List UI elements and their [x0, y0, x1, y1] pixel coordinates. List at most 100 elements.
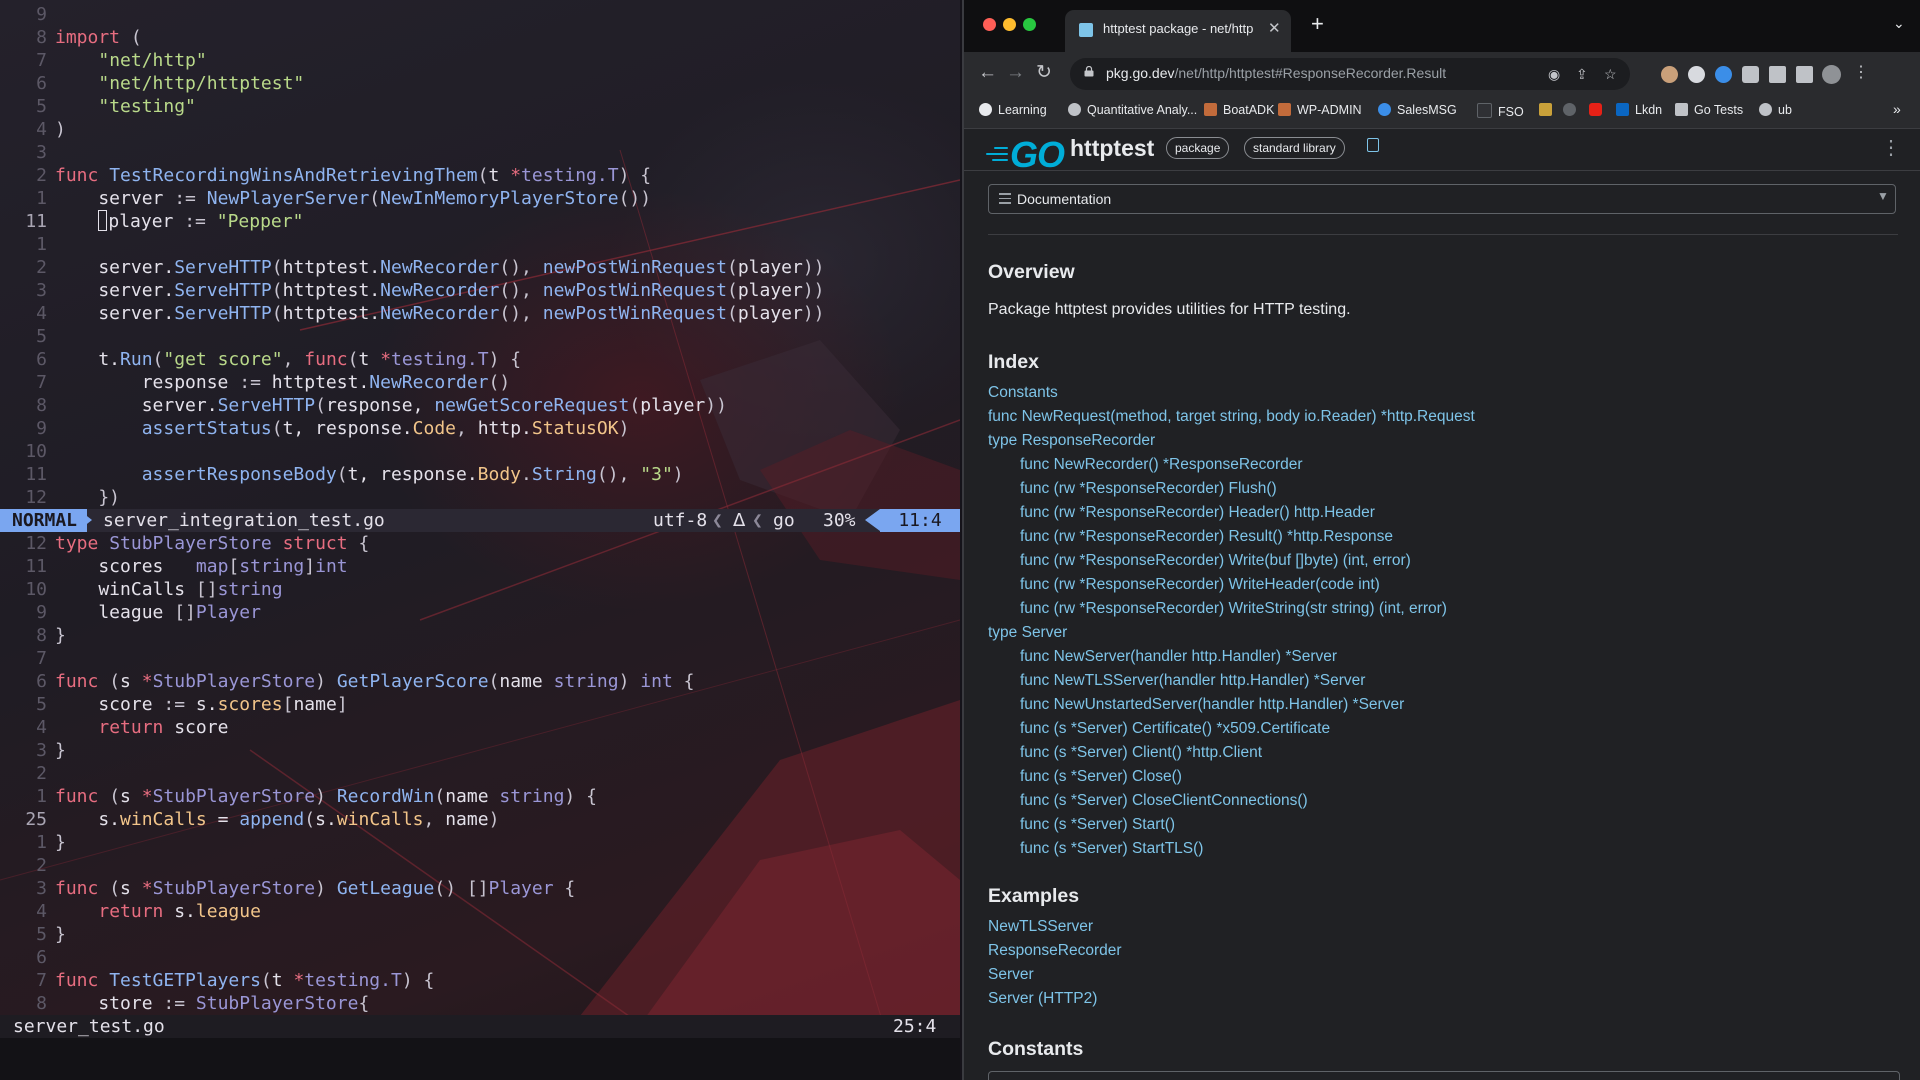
reload-icon[interactable]: ↻ [1036, 62, 1052, 84]
extension-compass-icon[interactable] [1715, 66, 1732, 83]
code-line[interactable]: 9 league []Player [0, 601, 960, 624]
index-link[interactable]: func NewRequest(method, target string, b… [988, 405, 1475, 429]
close-window-button[interactable] [983, 18, 996, 31]
bookmark-github[interactable] [1563, 103, 1582, 117]
index-link[interactable]: func (s *Server) CloseClientConnections(… [1020, 789, 1308, 813]
bookmark-go-tests[interactable]: Go Tests [1675, 103, 1743, 117]
new-tab-plus-icon[interactable]: + [1311, 13, 1324, 35]
google-lens-icon[interactable]: ◉ [1548, 66, 1560, 83]
code-line[interactable]: 7 response := httptest.NewRecorder() [0, 371, 960, 394]
index-link[interactable]: func NewTLSServer(handler http.Handler) … [1020, 669, 1365, 693]
example-link[interactable]: Server (HTTP2) [988, 987, 1097, 1011]
index-link[interactable]: func (s *Server) StartTLS() [1020, 837, 1203, 861]
code-line[interactable]: 4 return s.league [0, 900, 960, 923]
bookmark-lkdn[interactable]: Lkdn [1616, 103, 1662, 117]
tab-httptest[interactable]: httptest package - net/http/httptest ✕ [1065, 10, 1291, 52]
bookmark-salesmsg[interactable]: SalesMSG [1378, 103, 1457, 117]
bookmark-fso[interactable]: FSO [1477, 103, 1524, 119]
extension-avatar-icon[interactable] [1661, 66, 1678, 83]
code-line[interactable]: 3} [0, 739, 960, 762]
code-line[interactable]: 8 import ( [0, 26, 960, 49]
address-bar[interactable]: pkg.go.dev/net/http/httptest#ResponseRec… [1070, 58, 1630, 90]
code-line[interactable]: 6 "net/http/httptest" [0, 72, 960, 95]
code-line[interactable]: 3 [0, 141, 960, 164]
more-options-icon[interactable]: ⋮ [1881, 135, 1901, 160]
editor-bottom-pane[interactable]: 12 type StubPlayerStore struct {11 scores… [0, 532, 960, 1015]
code-line[interactable]: 6 func (s *StubPlayerStore) GetPlayerScor… [0, 670, 960, 693]
example-link[interactable]: ResponseRecorder [988, 939, 1122, 963]
bookmark-ub[interactable]: ub [1759, 103, 1792, 117]
code-line[interactable]: 4) [0, 118, 960, 141]
code-line[interactable]: 6 [0, 946, 960, 969]
index-link[interactable]: func (rw *ResponseRecorder) Result() *ht… [1020, 525, 1393, 549]
code-line[interactable]: 11 player := "Pepper" [0, 210, 960, 233]
code-line[interactable]: 7 [0, 647, 960, 670]
code-line[interactable]: 1} [0, 831, 960, 854]
side-panel-icon[interactable] [1796, 66, 1813, 83]
index-link[interactable]: func NewServer(handler http.Handler) *Se… [1020, 645, 1337, 669]
index-link[interactable]: func (rw *ResponseRecorder) WriteString(… [1020, 597, 1447, 621]
code-line[interactable]: 11 assertResponseBody(t, response.Body.S… [0, 463, 960, 486]
index-link[interactable]: func NewRecorder() *ResponseRecorder [1020, 453, 1303, 477]
code-line[interactable]: 2 [0, 762, 960, 785]
index-link[interactable]: func (s *Server) Certificate() *x509.Cer… [1020, 717, 1330, 741]
documentation-select[interactable]: Documentation ▼ [988, 184, 1896, 214]
extension-settings-icon[interactable] [1688, 66, 1705, 83]
minimize-window-button[interactable] [1003, 18, 1016, 31]
index-link[interactable]: Constants [988, 381, 1058, 405]
code-line[interactable]: 1 server := NewPlayerServer(NewInMemoryP… [0, 187, 960, 210]
command-line[interactable] [0, 1038, 960, 1080]
bookmark-boatadk[interactable]: BoatADK [1204, 103, 1274, 117]
code-line[interactable]: 5} [0, 923, 960, 946]
code-line[interactable]: 6 t.Run("get score", func(t *testing.T) … [0, 348, 960, 371]
code-line[interactable]: 7 "net/http" [0, 49, 960, 72]
code-line[interactable]: 8 server.ServeHTTP(response, newGetScore… [0, 394, 960, 417]
code-line[interactable]: 4 return score [0, 716, 960, 739]
bookmark-quant[interactable]: Quantitative Analy... [1068, 103, 1197, 117]
code-line[interactable]: 25 s.winCalls = append(s.winCalls, name) [0, 808, 960, 831]
close-icon[interactable]: ✕ [1268, 19, 1281, 37]
index-link[interactable]: func (rw *ResponseRecorder) WriteHeader(… [1020, 573, 1380, 597]
browser-menu-icon[interactable]: ⋮ [1853, 62, 1869, 84]
editor-top-pane[interactable]: 9 8 import (7 "net/http" 6 "net/http/httpte… [0, 3, 960, 509]
code-line[interactable]: 9 assertStatus(t, response.Code, http.St… [0, 417, 960, 440]
index-link[interactable]: func (rw *ResponseRecorder) Flush() [1020, 477, 1277, 501]
index-link[interactable]: func (s *Server) Client() *http.Client [1020, 741, 1262, 765]
bookmark-bb[interactable] [1539, 103, 1558, 117]
code-line[interactable]: 8 store := StubPlayerStore{ [0, 992, 960, 1015]
chevron-down-icon[interactable]: ⌄ [1893, 15, 1905, 32]
forward-arrow-icon[interactable]: → [1006, 62, 1025, 84]
bookmark-learning[interactable]: Learning [979, 103, 1047, 117]
code-line[interactable]: 2 func TestRecordingWinsAndRetrievingThem… [0, 164, 960, 187]
code-line[interactable]: 10 winCalls []string [0, 578, 960, 601]
index-link[interactable]: func NewUnstartedServer(handler http.Han… [1020, 693, 1404, 717]
code-line[interactable]: 2 server.ServeHTTP(httptest.NewRecorder(… [0, 256, 960, 279]
code-line[interactable]: 12 }) [0, 486, 960, 509]
code-line[interactable]: 4 server.ServeHTTP(httptest.NewRecorder(… [0, 302, 960, 325]
vim-editor[interactable]: 9 8 import (7 "net/http" 6 "net/http/httpte… [0, 0, 960, 1080]
profile-avatar[interactable] [1822, 65, 1841, 84]
code-line[interactable]: 3 server.ServeHTTP(httptest.NewRecorder(… [0, 279, 960, 302]
code-line[interactable]: 3 func (s *StubPlayerStore) GetLeague() [… [0, 877, 960, 900]
code-line[interactable]: 2 [0, 854, 960, 877]
extensions-puzzle-icon[interactable] [1742, 66, 1759, 83]
code-line[interactable]: 12 type StubPlayerStore struct { [0, 532, 960, 555]
share-icon[interactable]: ⇪ [1576, 66, 1588, 83]
bookmark-star-icon[interactable]: ☆ [1604, 66, 1617, 83]
code-line[interactable]: 5 "testing" [0, 95, 960, 118]
index-link[interactable]: type ResponseRecorder [988, 429, 1155, 453]
code-line[interactable]: 1 func (s *StubPlayerStore) RecordWin(nam… [0, 785, 960, 808]
copy-icon[interactable] [1367, 138, 1379, 152]
code-line[interactable]: 10 [0, 440, 960, 463]
bookmarks-overflow-button[interactable]: » [1893, 101, 1901, 117]
code-line[interactable]: 1 [0, 233, 960, 256]
index-link[interactable]: func (s *Server) Close() [1020, 765, 1182, 789]
index-link[interactable]: func (s *Server) Start() [1020, 813, 1175, 837]
code-line[interactable]: 9 [0, 3, 960, 26]
bookmark-wp-admin[interactable]: WP-ADMIN [1278, 103, 1362, 117]
code-line[interactable]: 7 func TestGETPlayers(t *testing.T) { [0, 969, 960, 992]
code-line[interactable]: 8} [0, 624, 960, 647]
bookmark-youtube[interactable] [1589, 103, 1608, 117]
zoom-window-button[interactable] [1023, 18, 1036, 31]
reading-list-icon[interactable] [1769, 66, 1786, 83]
